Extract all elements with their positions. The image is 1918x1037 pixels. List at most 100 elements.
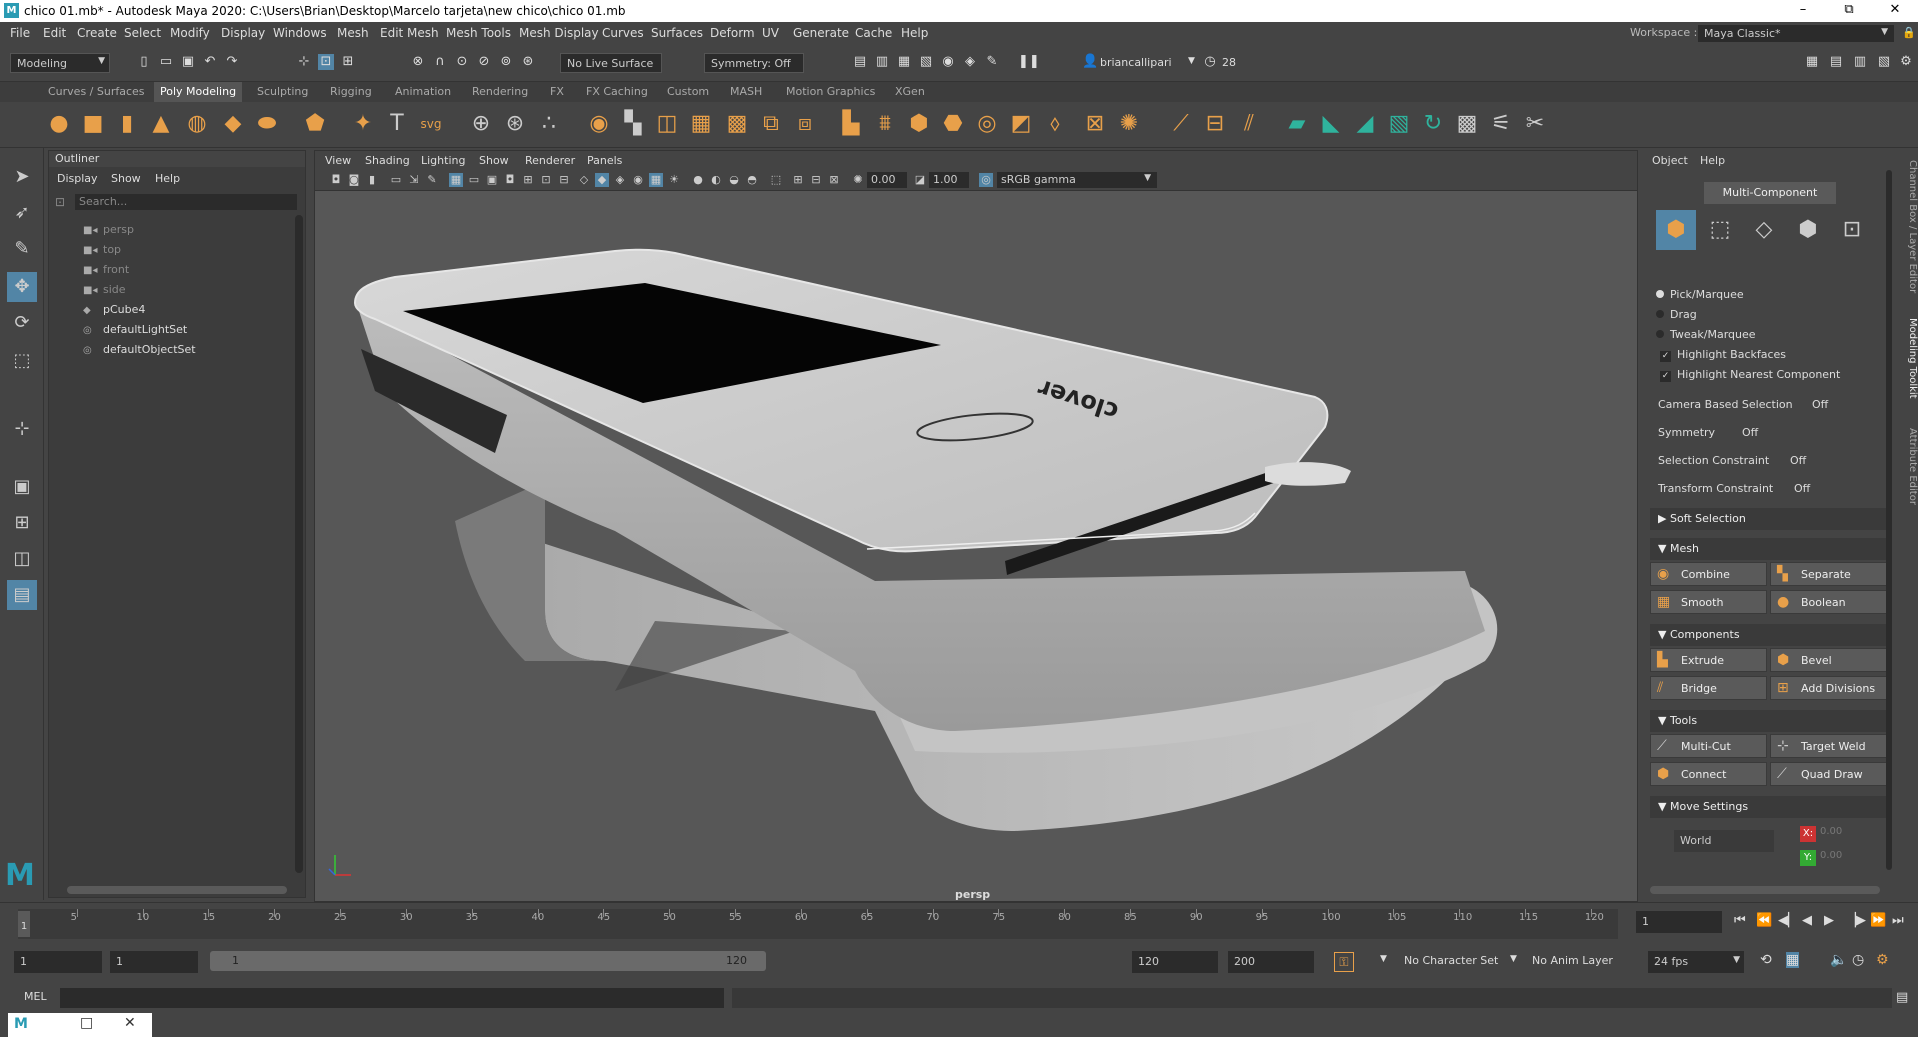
uv-camera-icon[interactable]: ↻: [1418, 108, 1448, 140]
multi-cut-icon[interactable]: ⟋: [1166, 108, 1196, 140]
uv-planar-icon[interactable]: ▰: [1282, 108, 1312, 140]
menu-windows[interactable]: Windows: [273, 26, 327, 40]
tab-rendering[interactable]: Rendering: [472, 85, 528, 98]
xray-components-icon[interactable]: ⊠: [827, 173, 841, 187]
menu-curves[interactable]: Curves: [602, 26, 644, 40]
open-scene-icon[interactable]: ▭: [158, 54, 174, 70]
hypershade-icon[interactable]: ◉: [940, 54, 956, 70]
viewport-menu-view[interactable]: View: [325, 154, 351, 167]
tools-section[interactable]: ▼ Tools: [1650, 710, 1890, 732]
gamma-field[interactable]: 1.00: [929, 172, 969, 188]
anim-layer-arrow-icon[interactable]: ▼: [1510, 954, 1517, 964]
move-tool-icon[interactable]: ✥: [7, 272, 37, 302]
animation-start-field[interactable]: 1: [14, 951, 102, 973]
anti-aliasing-icon[interactable]: ◒: [727, 173, 741, 187]
separate-icon[interactable]: ▚: [618, 108, 648, 140]
step-forward-key-icon[interactable]: ⏩: [1870, 913, 1886, 928]
four-view-icon[interactable]: ⊞: [7, 508, 37, 538]
outliner-menu-display[interactable]: Display: [57, 172, 98, 185]
render-setup-icon[interactable]: ◈: [962, 54, 978, 70]
ipr-render-icon[interactable]: ▦: [896, 54, 912, 70]
collapse-icon[interactable]: ✺: [1114, 108, 1144, 140]
symmetry-prop[interactable]: Symmetry Off: [1658, 426, 1758, 439]
tab-custom[interactable]: Custom: [667, 85, 709, 98]
poly-cylinder-icon[interactable]: ▮: [112, 108, 142, 140]
tab-fx-caching[interactable]: FX Caching: [586, 85, 648, 98]
toolkit-menu-help[interactable]: Help: [1700, 154, 1725, 167]
2d-pan-icon[interactable]: ⇲: [407, 173, 421, 187]
svg-tool-icon[interactable]: svg: [416, 108, 446, 140]
anim-layer-label[interactable]: No Anim Layer: [1532, 954, 1613, 967]
shadows-icon[interactable]: ☀: [667, 173, 681, 187]
time-slider-track[interactable]: 1 5 10 15 20 25 30 35 40 45 50 55 60 65 70 75 80 85 90 95 1…: [18, 909, 1618, 939]
select-hierarchy-icon[interactable]: ⊹: [296, 54, 312, 70]
render-settings-icon[interactable]: ▧: [918, 54, 934, 70]
camera-based-selection-prop[interactable]: Camera Based Selection Off: [1658, 398, 1828, 411]
single-view-icon[interactable]: ▣: [7, 472, 37, 502]
filter-icon[interactable]: ⊡: [55, 195, 65, 209]
cache-playback-icon[interactable]: ▦: [1786, 952, 1800, 968]
tab-fx[interactable]: FX: [550, 85, 564, 98]
user-dropdown-arrow-icon[interactable]: ▼: [1188, 56, 1195, 66]
gamma-icon[interactable]: ◪: [913, 173, 927, 187]
step-forward-frame-icon[interactable]: ▕▶: [1846, 913, 1866, 928]
boolean-button[interactable]: ● Boolean: [1770, 590, 1887, 614]
grid-icon[interactable]: ▦: [449, 173, 463, 187]
viewport-menu-show[interactable]: Show: [479, 154, 509, 167]
live-surface-field[interactable]: No Live Surface: [560, 53, 662, 73]
render-sequence-icon[interactable]: ▥: [874, 54, 890, 70]
user-name[interactable]: briancallipari: [1100, 56, 1172, 69]
go-to-start-icon[interactable]: ⏮: [1734, 913, 1746, 928]
last-tool-icon[interactable]: ⊹: [7, 414, 37, 444]
menu-create[interactable]: Create: [77, 26, 117, 40]
highlight-backfaces-checkbox[interactable]: ✓ Highlight Backfaces: [1660, 348, 1786, 362]
bookmark-icon[interactable]: ▮: [365, 173, 379, 187]
restore-icon[interactable]: □: [80, 1015, 93, 1031]
move-settings-section[interactable]: ▼ Move Settings: [1650, 796, 1890, 818]
menu-generate[interactable]: Generate: [793, 26, 849, 40]
outliner-menu-help[interactable]: Help: [155, 172, 180, 185]
character-set-label[interactable]: No Character Set: [1404, 954, 1498, 967]
poly-torus-icon[interactable]: ◍: [182, 108, 212, 140]
uv-spherical-icon[interactable]: ◢: [1350, 108, 1380, 140]
color-space-dropdown[interactable]: sRGB gamma ▼: [997, 172, 1157, 188]
channel-box-side-tab[interactable]: Channel Box / Layer Editor: [1902, 160, 1918, 300]
tab-mash[interactable]: MASH: [730, 85, 762, 98]
menu-mesh-display[interactable]: Mesh Display: [519, 26, 599, 40]
highlight-nearest-checkbox[interactable]: ✓ Highlight Nearest Component: [1660, 368, 1840, 382]
uv-cut-icon[interactable]: ⚟: [1486, 108, 1516, 140]
poly-disc-icon[interactable]: ⬬: [252, 108, 282, 140]
exposure-field[interactable]: 0.00: [867, 172, 907, 188]
menu-surfaces[interactable]: Surfaces: [651, 26, 703, 40]
axis-y-value[interactable]: 0.00: [1820, 850, 1842, 861]
image-plane-icon[interactable]: ▭: [389, 173, 403, 187]
tab-curves-surfaces[interactable]: Curves / Surfaces: [48, 85, 145, 98]
multi-component-button[interactable]: Multi-Component: [1704, 182, 1836, 204]
play-forward-icon[interactable]: ▶: [1824, 913, 1834, 928]
menu-mesh[interactable]: Mesh: [337, 26, 369, 40]
menu-edit[interactable]: Edit: [43, 26, 66, 40]
film-gate-icon[interactable]: ▭: [467, 173, 481, 187]
redo-icon[interactable]: ↷: [224, 54, 240, 70]
tweak-marquee-radio[interactable]: Tweak/Marquee: [1656, 328, 1756, 341]
outliner-item-side[interactable]: ■◂ side: [83, 281, 126, 299]
circularize-icon[interactable]: ⊠: [1080, 108, 1110, 140]
toolkit-horizontal-scrollbar[interactable]: [1650, 886, 1880, 894]
add-divisions-button[interactable]: ⊞ Add Divisions: [1770, 676, 1887, 700]
animation-end-field[interactable]: 200: [1228, 951, 1314, 973]
select-object-icon[interactable]: ⊡: [318, 54, 334, 70]
extract-icon[interactable]: ◫: [652, 108, 682, 140]
viewport-menu-panels[interactable]: Panels: [587, 154, 622, 167]
smooth-icon[interactable]: ▦: [686, 108, 716, 140]
vertex-mode-icon[interactable]: ⬚: [1700, 210, 1740, 250]
textured-icon[interactable]: ◉: [631, 173, 645, 187]
outliner-search-input[interactable]: Search...: [75, 194, 297, 210]
safe-action-icon[interactable]: ⊡: [539, 173, 553, 187]
snap-grid-icon[interactable]: ⊗: [410, 54, 426, 70]
offset-edge-loop-icon[interactable]: ⫽: [1234, 108, 1264, 140]
menuset-dropdown[interactable]: Modeling ▼: [10, 53, 110, 73]
wedge-icon[interactable]: ◩: [1006, 108, 1036, 140]
animation-preferences-icon[interactable]: ⚙: [1876, 952, 1889, 968]
snap-point-icon[interactable]: ⊙: [454, 54, 470, 70]
outliner-item-defaultobjectset[interactable]: ◎ defaultObjectSet: [83, 341, 196, 359]
